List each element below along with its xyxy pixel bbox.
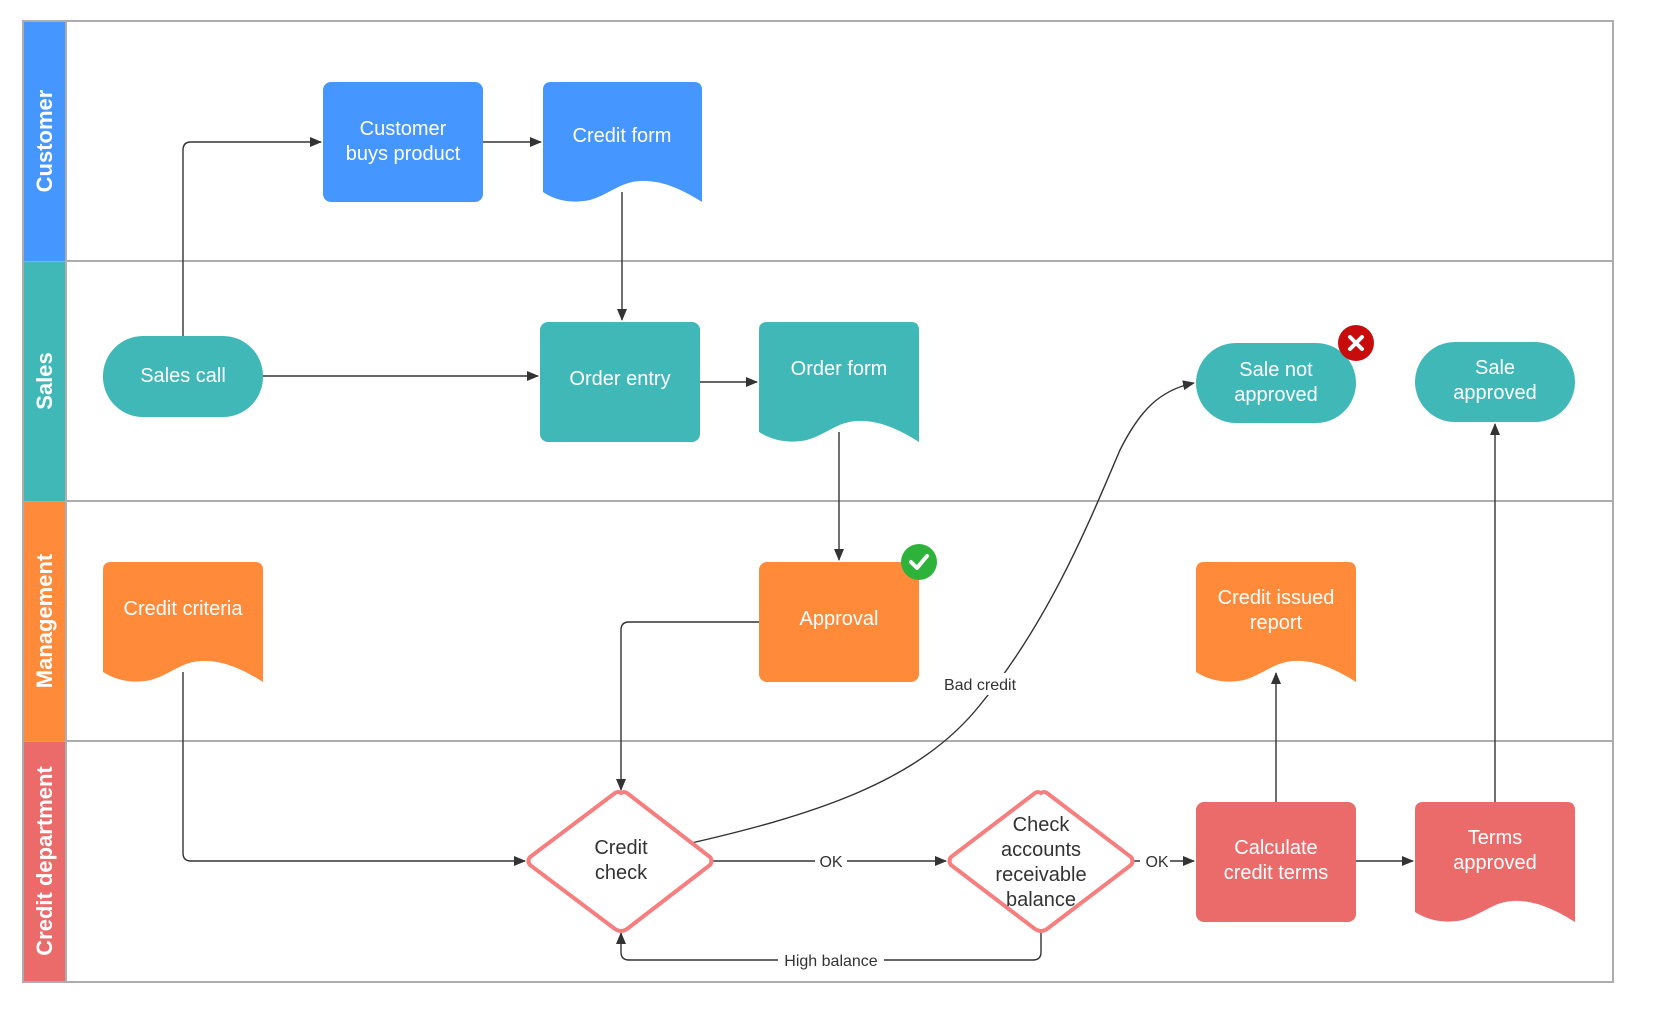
node-label: Order entry xyxy=(569,368,670,390)
node-sale-not-approved[interactable]: Sale not approved xyxy=(1196,343,1356,423)
lane-sales: Sales xyxy=(24,262,66,501)
node-label: Check xyxy=(1013,814,1071,836)
node-sales-call[interactable]: Sales call xyxy=(103,336,263,417)
node-label: report xyxy=(1250,612,1303,634)
error-badge xyxy=(1338,325,1374,361)
node-customer-buys-product[interactable]: Customer buys product xyxy=(323,82,483,202)
node-label: credit terms xyxy=(1224,862,1328,884)
node-label: Approval xyxy=(800,608,879,630)
node-credit-issued-report[interactable]: Credit issued report xyxy=(1196,562,1356,682)
node-label: approved xyxy=(1234,384,1317,406)
success-badge xyxy=(901,544,937,580)
check-icon xyxy=(901,544,937,580)
node-order-form[interactable]: Order form xyxy=(759,322,919,442)
node-label: balance xyxy=(1006,889,1076,911)
node-calculate-credit-terms[interactable]: Calculate credit terms xyxy=(1196,802,1356,922)
node-label: Sale xyxy=(1475,357,1515,379)
node-label: Sale not xyxy=(1239,359,1313,381)
node-label: Order form xyxy=(791,358,888,380)
node-label: Terms xyxy=(1468,827,1522,849)
node-credit-form[interactable]: Credit form xyxy=(543,82,702,202)
edge-label-bad-credit: Bad credit xyxy=(944,677,1017,694)
node-label: approved xyxy=(1453,382,1536,404)
node-label: Calculate xyxy=(1234,837,1317,859)
node-label: approved xyxy=(1453,852,1536,874)
node-label: Customer xyxy=(360,118,447,140)
node-label: accounts xyxy=(1001,839,1081,861)
lane-customer: Customer xyxy=(24,22,66,261)
edge-label-high-balance: High balance xyxy=(784,953,878,970)
node-label: Credit form xyxy=(573,125,672,147)
lane-label-credit-department: Credit department xyxy=(32,766,57,956)
node-label: Credit criteria xyxy=(124,598,244,620)
node-credit-criteria[interactable]: Credit criteria xyxy=(103,562,263,682)
node-label: receivable xyxy=(995,864,1086,886)
edge-label-ok-2: OK xyxy=(1145,854,1168,871)
node-terms-approved[interactable]: Terms approved xyxy=(1415,802,1575,922)
lane-credit-department: Credit department xyxy=(24,742,66,981)
node-label: Credit xyxy=(594,837,648,859)
node-approval[interactable]: Approval xyxy=(759,562,919,682)
edge-label-ok-1: OK xyxy=(819,854,842,871)
node-label: buys product xyxy=(346,143,461,165)
node-sale-approved[interactable]: Sale approved xyxy=(1415,342,1575,422)
node-label: Sales call xyxy=(140,365,226,387)
lane-label-management: Management xyxy=(32,553,57,688)
node-label: Credit issued xyxy=(1218,587,1335,609)
lane-management: Management xyxy=(24,502,66,741)
node-order-entry[interactable]: Order entry xyxy=(540,322,700,442)
node-label: check xyxy=(595,862,648,884)
lane-label-customer: Customer xyxy=(32,89,57,192)
swimlane-diagram: Customer Sales Management Credit departm… xyxy=(22,20,1614,983)
lane-label-sales: Sales xyxy=(32,352,57,410)
swimlane-frame xyxy=(22,20,1614,983)
